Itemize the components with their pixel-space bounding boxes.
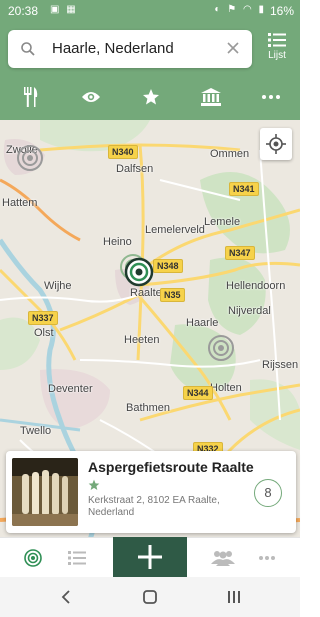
- road-shield: N35: [160, 288, 185, 302]
- nav-recents-button[interactable]: [224, 587, 244, 607]
- map-label: Deventer: [48, 383, 93, 395]
- search-icon: [21, 42, 35, 56]
- sightseeing-category[interactable]: [76, 82, 106, 112]
- route-marker-icon[interactable]: [16, 144, 44, 172]
- people-icon: [211, 551, 235, 566]
- star-icon: [88, 479, 100, 490]
- tab-community[interactable]: [206, 538, 240, 578]
- list-icon: [268, 33, 286, 47]
- system-nav-bar: [0, 577, 300, 617]
- my-location-button[interactable]: [260, 128, 292, 160]
- map-label: Raalte: [130, 287, 162, 299]
- map-label: Twello: [20, 425, 52, 437]
- map-label: Heino: [103, 236, 132, 248]
- home-square-icon: [143, 590, 157, 604]
- status-bar: 20:38 ▣ ▦ ◐ ⚑ ◠ ▮ 16%: [0, 0, 300, 22]
- status-time: 20:38: [8, 4, 39, 18]
- recents-icon: [228, 591, 240, 603]
- selected-route-marker-icon[interactable]: [124, 257, 154, 287]
- route-card[interactable]: Aspergefietsroute Raalte Kerkstraat 2, 8…: [6, 451, 296, 533]
- category-bar: [0, 82, 300, 114]
- map-label: Hattem: [2, 197, 38, 209]
- crosshair-icon: [266, 134, 286, 154]
- road-shield: N348: [153, 259, 183, 273]
- map-label: Hellendoorn: [226, 280, 286, 292]
- road-shield: N340: [108, 145, 138, 159]
- map-label: Heeten: [124, 334, 160, 346]
- list-button-label: Lijst: [268, 50, 286, 61]
- map-label: Holten: [210, 382, 242, 394]
- map-label: Nijverdal: [228, 305, 271, 317]
- eye-icon: [82, 92, 100, 102]
- notification-icons: ▣ ▦: [50, 4, 78, 15]
- clear-icon[interactable]: [224, 39, 242, 57]
- restaurant-category[interactable]: [16, 82, 46, 112]
- nav-home-button[interactable]: [140, 587, 160, 607]
- map-label: Dalfsen: [116, 163, 154, 175]
- road-shield: N341: [229, 182, 259, 196]
- map-label: Olst: [34, 327, 54, 339]
- tab-list[interactable]: [62, 538, 92, 578]
- header: Haarle, Nederland Lijst: [0, 22, 300, 120]
- map-label: Lemele: [204, 216, 241, 228]
- map-label: Wijhe: [44, 280, 72, 292]
- route-count-badge: 8: [254, 479, 282, 507]
- route-address-country: Nederland: [88, 507, 135, 518]
- map-label: Haarle: [186, 317, 219, 329]
- route-address: Kerkstraat 2, 8102 EA Raalte,: [88, 495, 220, 506]
- search-input[interactable]: Haarle, Nederland: [8, 30, 252, 68]
- map-label: Rijssen: [262, 359, 299, 371]
- list-icon: [68, 551, 86, 565]
- route-title: Aspergefietsroute Raalte: [88, 459, 254, 475]
- museum-category[interactable]: [196, 82, 226, 112]
- battery-level: 16%: [269, 4, 294, 18]
- tab-map[interactable]: [18, 538, 48, 578]
- more-categories[interactable]: [256, 82, 286, 112]
- map-target-icon: [24, 549, 42, 567]
- back-chevron-icon: [61, 590, 70, 604]
- list-button[interactable]: Lijst: [262, 32, 292, 61]
- more-dots-icon: [262, 95, 280, 99]
- road-shield: N337: [28, 311, 58, 325]
- plus-icon: [138, 545, 162, 569]
- map-label: Lemelerveld: [145, 224, 205, 236]
- favorites-category[interactable]: [136, 82, 166, 112]
- museum-icon: [201, 88, 221, 106]
- route-thumbnail: [12, 458, 78, 526]
- add-button[interactable]: [113, 537, 187, 577]
- search-value: Haarle, Nederland: [52, 40, 174, 57]
- map-label: Ommen: [210, 148, 250, 160]
- star-icon: [143, 89, 159, 105]
- road-shield: N347: [225, 246, 255, 260]
- road-shield: N344: [183, 386, 213, 400]
- more-dots-icon: [259, 556, 275, 560]
- route-marker-icon[interactable]: [207, 334, 235, 362]
- nav-back-button[interactable]: [56, 587, 76, 607]
- system-icons: ◐ ⚑ ◠ ▮: [214, 4, 266, 15]
- map-label: Bathmen: [126, 402, 171, 414]
- fork-knife-icon: [24, 87, 38, 107]
- tab-more[interactable]: [252, 538, 282, 578]
